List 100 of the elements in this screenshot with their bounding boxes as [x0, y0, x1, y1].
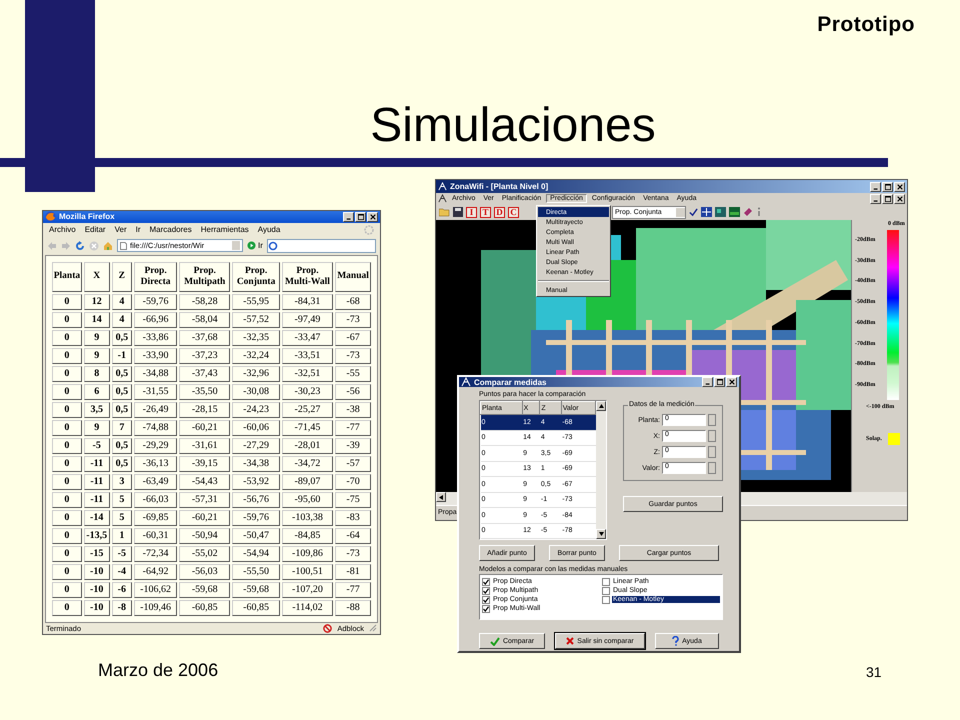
search-field[interactable] — [266, 238, 376, 253]
close-button[interactable] — [894, 182, 905, 192]
checkbox[interactable] — [482, 604, 490, 612]
close-button[interactable] — [367, 212, 378, 222]
go-button[interactable]: Ir — [247, 241, 263, 250]
table-cell: -10 — [84, 564, 110, 580]
maximize-icon — [884, 196, 890, 202]
save-icon[interactable] — [453, 207, 463, 217]
table-cell: -57 — [335, 456, 371, 472]
menu-item[interactable]: Ir — [136, 225, 140, 234]
info-icon[interactable] — [756, 207, 762, 217]
table-cell: -103,38 — [282, 510, 334, 526]
tool-button[interactable]: T — [480, 206, 491, 218]
spin-button[interactable] — [708, 462, 716, 474]
slide-label: Prototipo — [817, 13, 915, 37]
table-cell: -34,38 — [232, 456, 280, 472]
table-cell: -15 — [84, 546, 110, 562]
cross-icon — [566, 637, 574, 645]
table-cell: 12 — [84, 294, 110, 310]
menu-item[interactable]: Herramientas — [200, 225, 249, 234]
map-view-icon[interactable] — [729, 207, 740, 217]
table-cell: -60,21 — [179, 420, 230, 436]
table-cell: -67 — [335, 330, 371, 346]
scroll-left-button[interactable] — [436, 492, 446, 502]
minimize-button[interactable] — [870, 182, 881, 192]
table-cell: -100,51 — [282, 564, 334, 580]
checkbox[interactable] — [602, 586, 610, 594]
minimize-button[interactable] — [702, 377, 713, 387]
table-cell: -59,76 — [134, 294, 178, 310]
table-cell: -60,85 — [179, 600, 230, 616]
tool-button[interactable]: C — [508, 206, 519, 218]
checkbox[interactable] — [602, 578, 610, 586]
table-cell: -10 — [84, 600, 110, 616]
menu-item[interactable]: Ayuda — [258, 225, 280, 234]
maximize-button[interactable] — [882, 182, 893, 192]
table-cell: -37,68 — [179, 330, 230, 346]
table-cell: -36,13 — [134, 456, 178, 472]
close-button[interactable] — [726, 377, 737, 387]
table-cell: -39 — [335, 438, 371, 454]
table-cell: 14 — [84, 312, 110, 328]
table-cell: -68 — [335, 294, 371, 310]
table-cell: 0 — [52, 348, 82, 364]
minimize-button[interactable] — [343, 212, 354, 222]
checkbox[interactable] — [602, 596, 610, 604]
spin-button[interactable] — [708, 414, 716, 426]
table-cell: 0 — [52, 546, 82, 562]
checkbox[interactable] — [482, 586, 490, 594]
column-header: Prop. Conjunta — [232, 262, 280, 292]
resize-grip-icon[interactable] — [369, 624, 377, 632]
table-cell: 9 — [84, 348, 110, 364]
search-engine-icon — [268, 240, 278, 251]
table-cell: 0 — [52, 600, 82, 616]
column-header: Manual — [335, 262, 371, 292]
table-cell: -11 — [84, 492, 110, 508]
table-cell: -60,31 — [134, 528, 178, 544]
page-icon — [120, 242, 127, 250]
table-cell: -60,85 — [232, 600, 280, 616]
check-icon[interactable] — [689, 208, 698, 216]
scroll-down-button[interactable] — [596, 529, 606, 539]
table-cell: 0,5 — [112, 456, 132, 472]
menu-item[interactable]: Editar — [84, 225, 106, 234]
window-title: ZonaWifi - [Planta Nivel 0] — [450, 182, 550, 191]
maximize-button[interactable] — [355, 212, 366, 222]
maximize-button[interactable] — [882, 194, 893, 204]
table-cell: 4 — [112, 312, 132, 328]
table-cell: 0 — [52, 402, 82, 418]
table-cell: 4 — [112, 294, 132, 310]
table-cell: -56 — [335, 384, 371, 400]
table-cell: 3,5 — [84, 402, 110, 418]
menu-item[interactable]: Archivo — [49, 225, 76, 234]
table-cell: -50,94 — [179, 528, 230, 544]
table-cell: 0 — [52, 582, 82, 598]
table-cell: -4 — [112, 564, 132, 580]
table-cell: -37,23 — [179, 348, 230, 364]
table-cell: 9 — [84, 420, 110, 436]
column-header: Prop. Directa — [134, 262, 178, 292]
table-cell: -109,86 — [282, 546, 334, 562]
tool-button[interactable]: D — [494, 206, 505, 218]
table-cell: 0,5 — [112, 384, 132, 400]
spin-button[interactable] — [708, 430, 716, 442]
maximize-button[interactable] — [714, 377, 725, 387]
menu-item[interactable]: Marcadores — [150, 225, 192, 234]
table-cell: -66,96 — [134, 312, 178, 328]
scroll-up-button[interactable] — [596, 401, 606, 411]
blocked-icon[interactable] — [323, 624, 332, 633]
table-cell: 0,5 — [112, 330, 132, 346]
close-button[interactable] — [894, 194, 905, 204]
table-cell: -63,49 — [134, 474, 178, 490]
grid-icon[interactable] — [701, 207, 712, 217]
close-icon — [896, 184, 902, 190]
minimize-button[interactable] — [870, 194, 881, 204]
reload-icon[interactable] — [75, 240, 85, 251]
spin-button[interactable] — [708, 446, 716, 458]
checkbox[interactable] — [482, 596, 490, 604]
menu-item[interactable]: Ver — [114, 225, 127, 234]
tool-button[interactable]: I — [466, 206, 477, 218]
table-cell: -54,43 — [179, 474, 230, 490]
dialog-title: Comparar medidas — [474, 378, 548, 386]
antenna-icon[interactable] — [438, 194, 447, 203]
checkbox[interactable] — [482, 578, 490, 586]
